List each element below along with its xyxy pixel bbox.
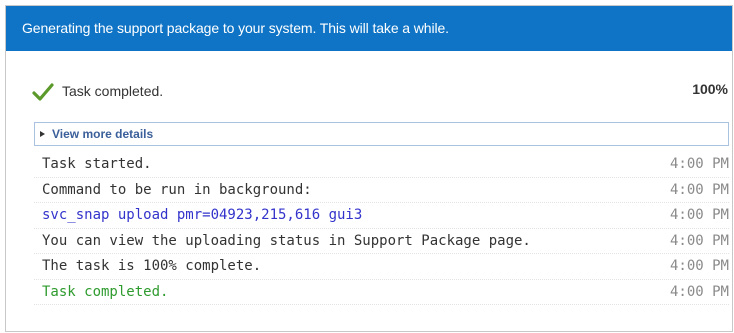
log-row: Task completed. 4:00 PM (34, 280, 729, 305)
log-timestamp: 4:00 PM (669, 207, 729, 223)
check-icon (32, 83, 54, 101)
view-more-details-label: View more details (52, 127, 154, 141)
log-message: The task is 100% complete. (42, 258, 262, 274)
log-row: svc_snap upload pmr=04923,215,616 gui3 4… (34, 203, 729, 229)
dialog-header: Generating the support package to your s… (6, 6, 732, 51)
log-message-command: svc_snap upload pmr=04923,215,616 gui3 (42, 207, 363, 223)
log-message: Task started. (42, 156, 152, 172)
log-timestamp: 4:00 PM (669, 283, 729, 300)
log-timestamp: 4:00 PM (669, 258, 729, 274)
task-status-text: Task completed. (62, 83, 164, 99)
view-more-details-toggle[interactable]: View more details (34, 122, 729, 146)
task-dialog: Generating the support package to your s… (5, 5, 733, 332)
log-row: The task is 100% complete. 4:00 PM (34, 254, 729, 280)
task-log: Task started. 4:00 PM Command to be run … (34, 152, 729, 305)
task-status-row: Task completed. 100% (32, 80, 728, 104)
log-timestamp: 4:00 PM (669, 156, 729, 172)
log-row: Task started. 4:00 PM (34, 152, 729, 178)
log-row: You can view the uploading status in Sup… (34, 229, 729, 254)
log-message: Command to be run in background: (42, 181, 312, 198)
log-timestamp: 4:00 PM (669, 181, 729, 198)
log-row: Command to be run in background: 4:00 PM (34, 178, 729, 203)
log-message: You can view the uploading status in Sup… (42, 232, 531, 249)
log-message-success: Task completed. (42, 283, 169, 300)
triangle-right-icon (40, 131, 45, 137)
log-timestamp: 4:00 PM (669, 232, 729, 249)
progress-percent: 100% (692, 81, 728, 97)
